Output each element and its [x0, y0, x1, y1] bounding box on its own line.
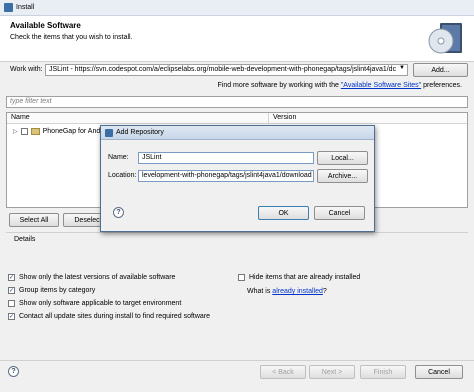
dialog-cancel-button[interactable]: Cancel	[314, 206, 365, 220]
dialog-title-bar: Add Repository	[101, 126, 374, 140]
wizard-header: Available Software Check the items that …	[0, 16, 474, 62]
what-is-prefix: What is	[247, 288, 273, 295]
applicable-only-checkbox[interactable]	[8, 300, 15, 307]
footer-separator	[0, 360, 474, 361]
help-icon[interactable]: ?	[8, 366, 19, 377]
ok-button[interactable]: OK	[258, 206, 309, 220]
what-is-suffix: ?	[322, 288, 327, 295]
available-software-sites-link[interactable]: "Available Software Sites"	[341, 82, 421, 89]
find-more-text: Find more software by working with the "…	[217, 82, 462, 89]
window-title: Install	[16, 4, 35, 11]
chevron-down-icon[interactable]: ▼	[397, 65, 407, 75]
already-installed-link[interactable]: already installed	[272, 288, 323, 295]
column-header-name[interactable]: Name	[7, 113, 269, 124]
location-label: Location:	[108, 172, 137, 179]
work-with-value: JSLint - https://svn.codespot.com/a/ecli…	[49, 66, 397, 73]
latest-versions-label: Show only the latest versions of availab…	[19, 274, 176, 281]
column-header-version[interactable]: Version	[269, 113, 467, 124]
hide-installed-checkbox[interactable]	[238, 274, 245, 281]
latest-versions-checkbox[interactable]: ✓	[8, 274, 15, 281]
option-contact-sites[interactable]: ✓ Contact all update sites during instal…	[8, 313, 210, 320]
option-group-by-category[interactable]: ✓ Group items by category	[8, 287, 95, 294]
filter-input[interactable]: type filter text	[6, 96, 468, 108]
row-checkbox[interactable]	[20, 128, 28, 135]
details-label: Details	[14, 236, 36, 243]
option-hide-installed[interactable]: Hide items that are already installed	[238, 274, 360, 281]
eclipse-icon	[4, 3, 13, 12]
group-by-category-checkbox[interactable]: ✓	[8, 287, 15, 294]
expand-arrow-icon[interactable]: ▷	[13, 128, 18, 135]
archive-button[interactable]: Archive...	[317, 169, 368, 183]
page-title: Available Software	[10, 21, 81, 30]
row-name: PhoneGap for And	[42, 128, 101, 135]
option-applicable-only[interactable]: Show only software applicable to target …	[8, 300, 181, 307]
select-all-button[interactable]: Select All	[9, 213, 59, 227]
hide-installed-label: Hide items that are already installed	[249, 274, 361, 281]
applicable-only-label: Show only software applicable to target …	[19, 300, 182, 307]
add-repository-dialog: Add Repository Name: JSLint Local... Loc…	[100, 125, 375, 232]
find-more-suffix: preferences.	[421, 82, 462, 89]
name-input[interactable]: JSLint	[138, 152, 314, 164]
local-button[interactable]: Local...	[317, 151, 368, 165]
work-with-combo[interactable]: JSLint - https://svn.codespot.com/a/ecli…	[45, 64, 408, 76]
back-button[interactable]: < Back	[260, 365, 306, 379]
page-subtitle: Check the items that you wish to install…	[10, 34, 133, 41]
help-icon[interactable]: ?	[113, 207, 124, 218]
next-button[interactable]: Next >	[309, 365, 355, 379]
window-title-bar: Install	[0, 0, 474, 16]
group-by-category-label: Group items by category	[19, 287, 96, 294]
details-section	[6, 232, 468, 266]
what-is-installed-text: What is already installed?	[247, 288, 327, 295]
name-label: Name:	[108, 154, 129, 161]
finish-button[interactable]: Finish	[360, 365, 406, 379]
add-site-button[interactable]: Add...	[413, 63, 468, 77]
contact-sites-label: Contact all update sites during install …	[19, 313, 211, 320]
work-with-label: Work with:	[10, 66, 43, 73]
category-icon	[30, 128, 40, 135]
option-latest-versions[interactable]: ✓ Show only the latest versions of avail…	[8, 274, 175, 281]
install-cd-icon	[428, 23, 462, 54]
find-more-prefix: Find more software by working with the	[217, 82, 341, 89]
eclipse-icon	[105, 128, 113, 137]
dialog-title: Add Repository	[116, 129, 164, 136]
contact-sites-checkbox[interactable]: ✓	[8, 313, 15, 320]
location-input[interactable]: levelopment-with-phonegap/tags/jslint4ja…	[138, 170, 314, 182]
cancel-button[interactable]: Cancel	[415, 365, 463, 379]
